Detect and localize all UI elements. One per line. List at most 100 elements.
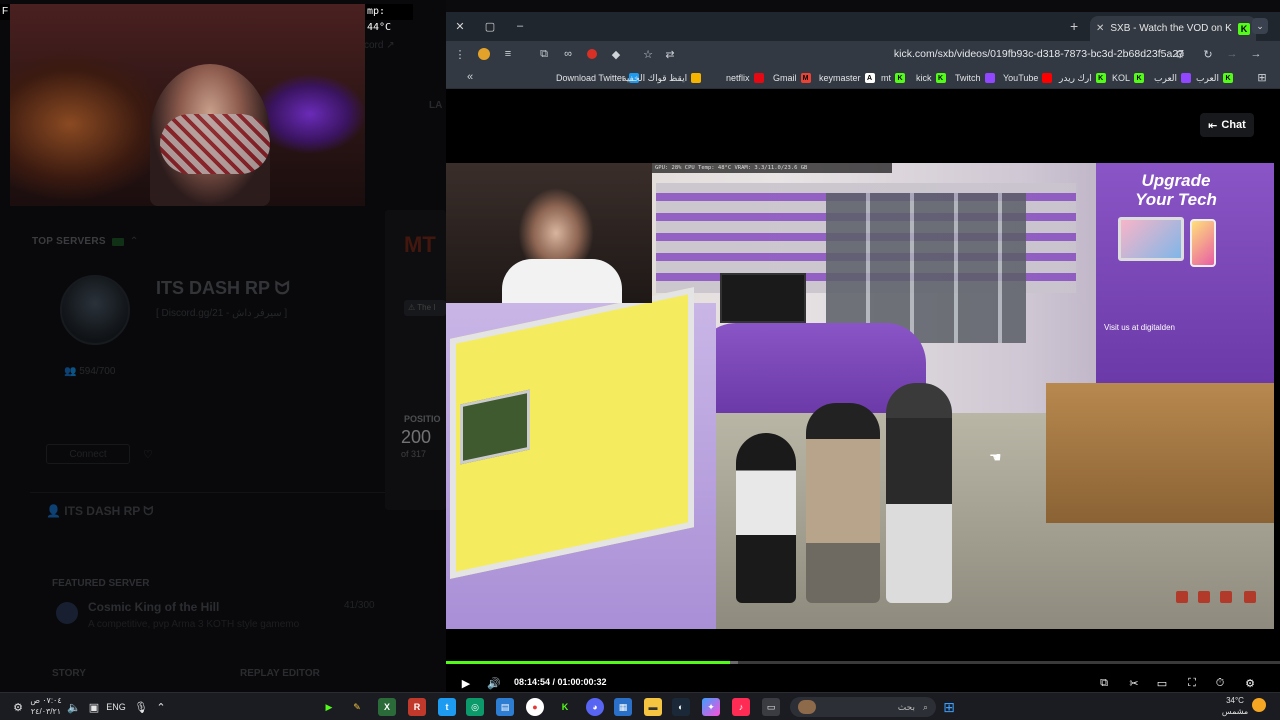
back-icon[interactable]: → bbox=[1248, 46, 1264, 62]
media-player-icon[interactable]: ▶ bbox=[320, 698, 338, 716]
pen-app-icon[interactable]: ✎ bbox=[348, 698, 366, 716]
chrome-icon[interactable]: ● bbox=[526, 698, 544, 716]
bookmark-item[interactable]: KOL K bbox=[1112, 71, 1145, 85]
rockstar-icon[interactable]: R bbox=[408, 698, 426, 716]
bookmark-item[interactable]: kick K bbox=[916, 71, 946, 85]
hud-slot bbox=[1176, 591, 1188, 603]
bookmark-item[interactable]: YouTube bbox=[1003, 71, 1053, 85]
sun-icon[interactable] bbox=[1252, 698, 1266, 712]
play-icon[interactable]: ▶ bbox=[458, 675, 474, 691]
close-tab-icon[interactable]: ✕ bbox=[1096, 23, 1104, 34]
featured-server-count: 41/300 bbox=[344, 600, 375, 611]
video-player[interactable]: Upgrade Your Tech Visit us at digitalden bbox=[446, 163, 1274, 629]
overlay-label-left: F bbox=[0, 4, 10, 20]
close-window-icon[interactable]: ✕ bbox=[452, 18, 468, 34]
new-tab-icon[interactable]: + bbox=[1070, 18, 1078, 34]
star-icon[interactable]: ☆ bbox=[640, 46, 656, 62]
story-tab[interactable]: STORY bbox=[52, 668, 86, 679]
playlist-icon[interactable]: ≡ bbox=[500, 46, 516, 62]
bookmarks-bar: « Download Twitter ايقظ قواك الخفيه netfli… bbox=[446, 67, 1280, 89]
bookmark-item[interactable]: العرب K bbox=[1196, 71, 1234, 85]
puzzle-extension-icon[interactable]: ⧉ bbox=[536, 46, 552, 62]
bookmark-item[interactable]: العرب bbox=[1154, 71, 1192, 85]
tiktok-icon[interactable]: ♪ bbox=[732, 698, 750, 716]
warning-pill: ⚠ The I bbox=[404, 300, 446, 316]
system-clock[interactable]: ٠٧:٠٤ ص ٢٤/٠٣/٢١ bbox=[28, 695, 64, 717]
network-icon[interactable]: ▣ bbox=[86, 698, 102, 716]
fullscreen-icon[interactable]: ⛶ bbox=[1184, 675, 1200, 691]
tab-strip: ✕ ▢ – + ✕ SXB - Watch the VOD on Kick K … bbox=[446, 12, 1280, 41]
tray-overflow-icon[interactable]: ⌃ bbox=[154, 698, 168, 716]
settings-gear-icon[interactable]: ⚙ bbox=[10, 698, 26, 716]
bookmark-item[interactable]: Gmail M bbox=[773, 71, 811, 85]
kick-app-icon[interactable]: K bbox=[556, 698, 574, 716]
taskbar-search[interactable]: بحث ⌕ bbox=[790, 697, 936, 717]
video-progress-bar[interactable] bbox=[446, 661, 1280, 664]
chevron-down-icon[interactable]: ⌄ bbox=[1252, 18, 1268, 34]
whatsapp-icon[interactable]: ◎ bbox=[466, 698, 484, 716]
server-name[interactable]: ITS DASH RP ᗢ bbox=[156, 278, 290, 299]
extension-icon[interactable] bbox=[476, 46, 492, 62]
windows-start-icon[interactable]: ⊞ bbox=[940, 698, 958, 716]
tag-extension-icon[interactable]: ◆ bbox=[608, 46, 624, 62]
bookmark-item[interactable]: mt K bbox=[881, 71, 905, 85]
theater-mode-icon[interactable]: ▭ bbox=[1154, 675, 1170, 691]
weather-widget[interactable]: 34°C مشمس bbox=[1220, 695, 1250, 717]
site-settings-icon[interactable]: ⚙ bbox=[1172, 46, 1188, 62]
translate-icon[interactable]: ⇄ bbox=[662, 46, 678, 62]
calendar-icon[interactable]: ▦ bbox=[614, 698, 632, 716]
background-section-label: LA bbox=[429, 100, 443, 111]
keymaster-icon: A bbox=[864, 73, 875, 83]
discord-icon[interactable]: ◕ bbox=[586, 698, 604, 716]
bookmark-item[interactable]: keymaster A bbox=[819, 71, 875, 85]
task-view-icon[interactable]: ▭ bbox=[762, 698, 780, 716]
featured-server-name[interactable]: Cosmic King of the Hill bbox=[88, 600, 219, 614]
clip-icon[interactable]: ✂ bbox=[1126, 675, 1142, 691]
excel-icon[interactable]: X bbox=[378, 698, 396, 716]
bookmark-label: Twitch bbox=[955, 73, 981, 83]
hud-slot bbox=[1220, 591, 1232, 603]
background-card-link[interactable]: cord ↗ bbox=[364, 40, 395, 51]
photos-icon[interactable]: ▤ bbox=[496, 698, 514, 716]
bookmark-label: KOL bbox=[1112, 73, 1131, 83]
steam-icon[interactable]: ◐ bbox=[672, 698, 690, 716]
browser-window: ✕ ▢ – + ✕ SXB - Watch the VOD on Kick K … bbox=[446, 12, 1280, 692]
settings-icon[interactable]: ⚙ bbox=[1242, 675, 1258, 691]
heart-icon[interactable]: ♡ bbox=[143, 448, 153, 461]
bookmark-item[interactable]: netflix bbox=[726, 71, 764, 85]
maximize-window-icon[interactable]: ▢ bbox=[482, 18, 498, 34]
address-bar[interactable]: kick.com/sxb/videos/019fb93c-d318-7873-b… bbox=[886, 45, 1190, 63]
video-window bbox=[826, 193, 1026, 343]
volume-icon[interactable]: 🔊 bbox=[486, 675, 502, 691]
bookmark-item[interactable]: ارك ريدر K bbox=[1059, 71, 1106, 85]
glasses-icon[interactable]: ∞ bbox=[560, 46, 576, 62]
tab-kick-vod[interactable]: ✕ SXB - Watch the VOD on Kick K bbox=[1090, 16, 1256, 41]
bookmark-item[interactable]: Twitch bbox=[955, 71, 995, 85]
users-icon: 👥 bbox=[64, 366, 77, 377]
language-indicator[interactable]: ENG bbox=[104, 698, 128, 716]
forward-icon[interactable]: → bbox=[1224, 46, 1240, 62]
apps-grid-icon[interactable]: ⊞ bbox=[1254, 69, 1270, 85]
minimize-window-icon[interactable]: – bbox=[512, 18, 528, 34]
menu-dots-icon[interactable]: ⋮ bbox=[452, 46, 468, 62]
chat-toggle-button[interactable]: ⇤ Chat bbox=[1200, 113, 1254, 137]
server-row-title[interactable]: 👤 ITS DASH RP ᗢ bbox=[46, 504, 153, 519]
webcam-overlay bbox=[10, 4, 365, 206]
mt-logo: MT bbox=[404, 232, 436, 257]
bookmarks-overflow-icon[interactable]: « bbox=[462, 69, 478, 85]
reload-icon[interactable]: ↻ bbox=[1200, 46, 1216, 62]
file-explorer-icon[interactable]: ▬ bbox=[644, 698, 662, 716]
microphone-icon[interactable]: 🎙 bbox=[134, 698, 148, 716]
bookmark-item[interactable]: ايقظ قواك الخفيه bbox=[622, 71, 702, 85]
connect-button[interactable]: Connect bbox=[46, 444, 130, 464]
speaker-icon[interactable]: 🔈 bbox=[66, 698, 82, 716]
speed-icon[interactable]: ⏱ bbox=[1212, 675, 1228, 691]
copilot-icon[interactable]: ✦ bbox=[702, 698, 720, 716]
miniplayer-icon[interactable]: ⧉ bbox=[1096, 675, 1112, 691]
bookmark-label: Gmail bbox=[773, 73, 797, 83]
record-extension-icon[interactable] bbox=[584, 46, 600, 62]
replay-editor-tab[interactable]: REPLAY EDITOR bbox=[240, 668, 320, 679]
webcam-scarf bbox=[160, 114, 270, 174]
hud-slot bbox=[1198, 591, 1210, 603]
twitter-app-icon[interactable]: t bbox=[438, 698, 456, 716]
